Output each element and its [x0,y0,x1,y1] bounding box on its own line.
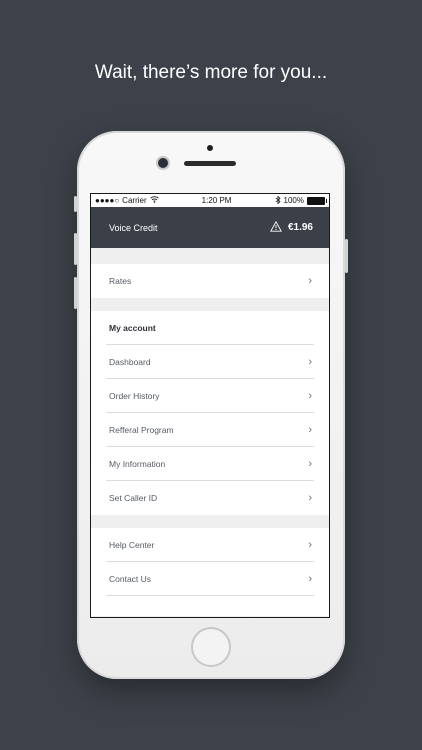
chevron-right-icon: › [308,457,312,470]
menu-item-my-information[interactable]: My Information › [106,447,314,481]
battery-icon [306,196,327,205]
list-end-spacer [91,596,329,616]
mute-switch [74,196,77,212]
menu-item-label: Dashboard [109,356,151,367]
menu-item-label: Help Center [109,539,155,550]
wifi-icon [149,196,159,205]
power-button [345,239,348,273]
menu-item-label: Set Caller ID [109,493,158,503]
section-title: My account [106,311,314,345]
menu-item-help-center[interactable]: Help Center › [106,528,314,562]
status-time: 1:20 PM [201,196,232,205]
chevron-right-icon: › [308,572,312,585]
menu-item-rates[interactable]: Rates › [106,264,314,298]
header-title: Voice Credit [109,222,158,233]
status-bar: ●●●●○ Carrier 1:20 PM 100% [91,194,329,207]
earpiece-speaker [184,161,236,166]
chevron-right-icon: › [308,275,312,287]
menu-item-referral-program[interactable]: Refferal Program › [106,413,314,447]
voice-credit-header: Voice Credit €1.96 [91,207,329,248]
chevron-right-icon: › [308,389,312,402]
chevron-right-icon: › [308,538,312,551]
account-section: My account Dashboard › Order History › R… [91,311,329,515]
menu-item-dashboard[interactable]: Dashboard › [106,345,314,379]
carrier-label: Carrier [122,196,147,205]
signal-icon: ●●●●○ [95,196,120,205]
volume-up-button [74,233,77,265]
volume-down-button [74,277,77,309]
chevron-right-icon: › [308,355,312,368]
chevron-right-icon: › [308,492,312,504]
support-section: Help Center › Contact Us › [91,528,329,616]
battery-percent: 100% [283,196,304,205]
menu-item-set-caller-id[interactable]: Set Caller ID › [106,481,314,515]
headline: Wait, there’s more for you... [94,62,328,83]
menu-item-contact-us[interactable]: Contact Us › [106,562,314,596]
menu-item-label: My Information [109,458,166,469]
menu-item-label: Refferal Program [109,424,174,435]
status-right: 100% [275,195,327,206]
app-screen: ●●●●○ Carrier 1:20 PM 100% Voice Credit [90,193,330,618]
status-left: ●●●●○ Carrier [95,196,159,205]
section-gap [91,515,329,528]
credit-display[interactable]: €1.96 [270,220,313,234]
section-gap [91,298,329,311]
menu-item-label: Contact Us [109,573,152,584]
bluetooth-icon [275,195,281,206]
menu-item-label: Rates [109,276,132,286]
menu-item-label: Order History [109,390,160,401]
credit-value: €1.96 [287,222,313,233]
rates-section: Rates › [91,264,329,298]
chevron-right-icon: › [308,423,312,436]
phone-frame: ●●●●○ Carrier 1:20 PM 100% Voice Credit [74,131,348,679]
proximity-sensor [207,145,213,151]
front-camera [158,158,168,168]
section-gap [91,248,329,264]
home-button[interactable] [191,627,231,667]
warning-icon [270,220,282,234]
menu-item-order-history[interactable]: Order History › [106,379,314,413]
